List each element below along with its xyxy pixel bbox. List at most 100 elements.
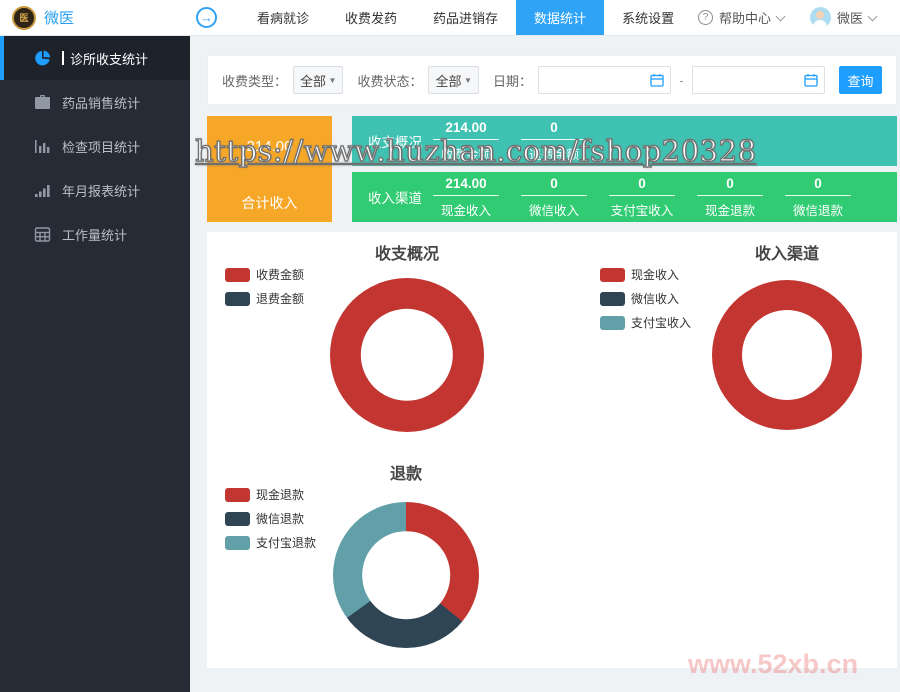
help-center-label: 帮助中心 — [719, 8, 771, 27]
date-label: 日期： — [493, 71, 532, 90]
divider — [521, 195, 587, 196]
legend-item[interactable]: 现金收入 — [600, 266, 691, 283]
channels-bar-label: 收入渠道 — [352, 187, 422, 207]
sidebar-item-clinic-finance[interactable]: 诊所收支统计 — [0, 36, 190, 80]
legend-item[interactable]: 退费金额 — [225, 290, 304, 307]
top-nav: → 看病就诊 收费发药 药品进销存 数据统计 系统设置 — [190, 0, 692, 35]
sidebar-item-exam-items[interactable]: 检查项目统计 — [0, 124, 190, 168]
sidebar-item-monthly-reports[interactable]: 年月报表统计 — [0, 168, 190, 212]
sidebar-item-label: 工作量统计 — [62, 225, 127, 244]
donut-chart-overview — [330, 278, 484, 432]
legend-label: 退费金额 — [256, 290, 304, 307]
sidebar-collapse-icon[interactable]: → — [196, 7, 217, 28]
sidebar-item-label: 年月报表统计 — [62, 181, 140, 200]
caret-down-icon: ▼ — [464, 76, 472, 85]
legend-label: 微信收入 — [631, 290, 679, 307]
legend-item[interactable]: 收费金额 — [225, 266, 304, 283]
pie-chart-icon — [34, 50, 51, 67]
charge-status-value: 全部 — [435, 71, 461, 90]
stat-value: 0 — [774, 176, 862, 191]
legend-swatch — [225, 268, 250, 282]
stat-label: 微信收入 — [510, 200, 598, 219]
help-center-menu[interactable]: ? 帮助中心 — [698, 8, 784, 27]
tab-visit[interactable]: 看病就诊 — [239, 0, 327, 35]
header-right: ? 帮助中心 微医 — [698, 0, 900, 35]
stat-wechat-refund: 0 微信退款 — [774, 176, 862, 219]
total-income-card: 214.00 合计收入 — [207, 116, 332, 222]
charge-type-select[interactable]: 全部 ▼ — [293, 66, 343, 94]
calendar-icon[interactable] — [650, 73, 664, 87]
bar-chart-icon — [34, 138, 51, 155]
overview-summary-bar: 收支概况 214.00 收费金额 0 退费金额 — [352, 116, 897, 166]
caret-down-icon: ▼ — [329, 76, 337, 85]
clinic-logo-icon: 医 — [12, 6, 36, 30]
legend-swatch — [600, 316, 625, 330]
date-to-input[interactable] — [699, 73, 804, 87]
charts-panel: 收支概况 收费金额 退费金额 收入渠道 现金收入 微信收入 — [207, 232, 897, 668]
legend-swatch — [600, 292, 625, 306]
sidebar-item-label: 检查项目统计 — [62, 137, 140, 156]
legend-swatch — [225, 292, 250, 306]
charge-type-value: 全部 — [300, 71, 326, 90]
channels-summary-bar: 收入渠道 214.00 现金收入 0 微信收入 0 支付宝收入 0 现金退款 0… — [352, 172, 897, 222]
legend-label: 微信退款 — [256, 510, 304, 527]
stat-cash-income: 214.00 现金收入 — [422, 176, 510, 219]
legend-item[interactable]: 微信收入 — [600, 290, 691, 307]
total-income-label: 合计收入 — [207, 193, 332, 213]
stat-alipay-income: 0 支付宝收入 — [598, 176, 686, 219]
divider — [521, 139, 587, 140]
divider — [697, 195, 763, 196]
stat-wechat-income: 0 微信收入 — [510, 176, 598, 219]
legend-item[interactable]: 微信退款 — [225, 510, 316, 527]
stat-charge-amount: 214.00 收费金额 — [422, 120, 510, 163]
divider — [433, 139, 499, 140]
legend-item[interactable]: 现金退款 — [225, 486, 316, 503]
user-name: 微医 — [837, 8, 863, 27]
sidebar-item-drug-sales[interactable]: 药品销售统计 — [0, 80, 190, 124]
brand: 医 微医 — [0, 0, 190, 35]
search-button[interactable]: 查询 — [839, 66, 882, 94]
chart-title-refunds: 退款 — [390, 460, 422, 484]
legend-label: 现金退款 — [256, 486, 304, 503]
stat-label: 收费金额 — [422, 144, 510, 163]
legend-label: 现金收入 — [631, 266, 679, 283]
chart-legend: 收费金额 退费金额 — [225, 266, 304, 307]
stat-value: 0 — [510, 120, 598, 135]
tab-drug-inventory[interactable]: 药品进销存 — [415, 0, 516, 35]
sidebar-item-workload[interactable]: 工作量统计 — [0, 212, 190, 256]
top-header: 医 微医 → 看病就诊 收费发药 药品进销存 数据统计 系统设置 ? 帮助中心 … — [0, 0, 900, 36]
user-avatar — [810, 7, 831, 28]
stat-value: 0 — [686, 176, 774, 191]
tab-system-settings[interactable]: 系统设置 — [604, 0, 692, 35]
user-menu[interactable]: 微医 — [810, 7, 876, 28]
date-range-separator: - — [679, 73, 683, 88]
stat-label: 退费金额 — [510, 144, 598, 163]
app-window: 医 微医 → 看病就诊 收费发药 药品进销存 数据统计 系统设置 ? 帮助中心 … — [0, 0, 900, 692]
legend-item[interactable]: 支付宝退款 — [225, 534, 316, 551]
stat-label: 现金退款 — [686, 200, 774, 219]
briefcase-icon — [34, 94, 51, 111]
stat-label: 支付宝收入 — [598, 200, 686, 219]
legend-item[interactable]: 支付宝收入 — [600, 314, 691, 331]
date-from-field — [538, 66, 671, 94]
trend-bars-icon — [34, 182, 51, 199]
chevron-down-icon — [776, 11, 786, 21]
filter-bar: 收费类型： 全部 ▼ 收费状态： 全部 ▼ 日期： - 查询 — [207, 55, 897, 105]
donut-chart-channels — [712, 280, 862, 430]
legend-swatch — [225, 488, 250, 502]
stat-label: 现金收入 — [422, 200, 510, 219]
date-from-input[interactable] — [545, 73, 650, 87]
charge-status-select[interactable]: 全部 ▼ — [428, 66, 478, 94]
tab-charge-dispense[interactable]: 收费发药 — [327, 0, 415, 35]
legend-label: 支付宝退款 — [256, 534, 316, 551]
tab-data-statistics[interactable]: 数据统计 — [516, 0, 604, 35]
divider — [433, 195, 499, 196]
sidebar: 诊所收支统计 药品销售统计 检查项目统计 年月报表统计 — [0, 36, 190, 692]
charge-status-label: 收费状态： — [357, 71, 422, 90]
stat-cash-refund: 0 现金退款 — [686, 176, 774, 219]
brand-name: 微医 — [44, 7, 74, 28]
sidebar-item-label: 药品销售统计 — [62, 93, 140, 112]
donut-chart-refunds — [333, 502, 479, 648]
legend-swatch — [600, 268, 625, 282]
calendar-icon[interactable] — [804, 73, 818, 87]
